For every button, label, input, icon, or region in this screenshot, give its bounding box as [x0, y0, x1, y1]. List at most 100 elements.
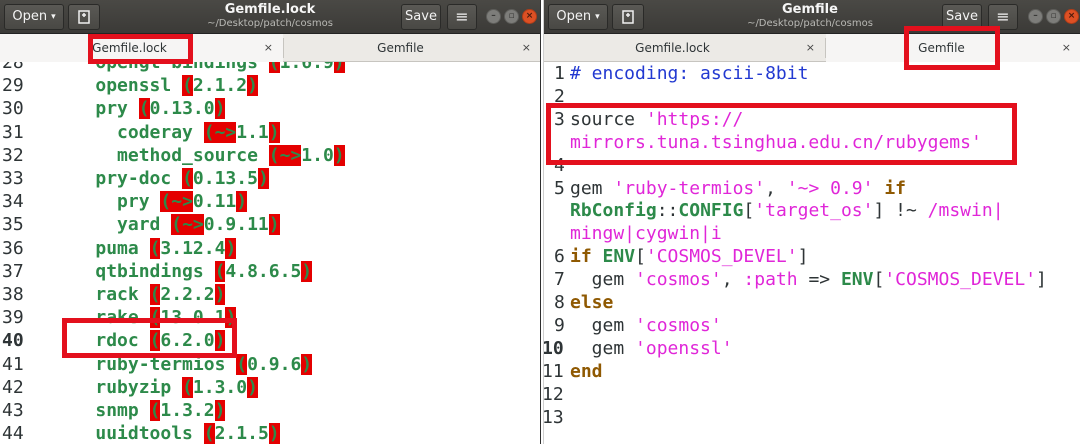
code-text: end	[570, 360, 603, 383]
gemfile-editor[interactable]: 1 # encoding: ascii-8bit 2 3 source 'https:/…	[544, 62, 1080, 444]
open-button[interactable]: Open ▾	[4, 4, 64, 30]
gem-version: 2.1.2	[192, 75, 248, 97]
tab-close-icon[interactable]: ×	[522, 34, 531, 62]
code-line: 3 source 'https://	[544, 108, 1080, 131]
token-pln: source	[570, 108, 646, 130]
tab-label: Gemfile.lock	[635, 41, 710, 55]
token-pln	[873, 178, 884, 199]
gem-version: 0.9.6	[247, 353, 302, 375]
new-tab-button[interactable]	[68, 4, 100, 30]
code-text: method_source (~>1.0)	[52, 144, 345, 167]
code-line: 9 gem 'cosmos'	[544, 314, 1080, 337]
gem-name: ruby-termios	[95, 353, 226, 375]
bracket-open: (	[182, 75, 193, 97]
code-text: if ENV['COSMOS_DEVEL']	[570, 245, 808, 268]
code-line: 34 pry (~>0.11)	[0, 190, 540, 213]
line-number: 44	[2, 423, 24, 444]
token-pln: ] !~	[873, 200, 928, 222]
token-cst: ENV	[602, 246, 636, 268]
maximize-button[interactable]: ▫	[504, 9, 519, 24]
bracket-close: )	[268, 423, 280, 444]
close-icon: ×	[525, 11, 534, 21]
maximize-icon: ▫	[1050, 11, 1057, 21]
gem-name: yard	[117, 214, 161, 236]
gemfile-lock-editor[interactable]: 28 opengl-bindings (1.6.9) 29 openssl (2.…	[0, 62, 540, 444]
save-button[interactable]: Save	[942, 4, 982, 30]
code-line: 39 rake (13.0.1)	[0, 306, 540, 329]
maximize-button[interactable]: ▫	[1046, 9, 1061, 24]
code-line: 42 rubyzip (1.3.0)	[0, 376, 540, 399]
bracket-close: )	[247, 376, 258, 398]
line-number: 9	[554, 314, 565, 336]
line-number: 31	[2, 121, 24, 143]
code-line: 4	[544, 154, 1080, 177]
new-tab-button[interactable]	[612, 4, 644, 30]
code-text: rubyzip (1.3.0)	[52, 376, 258, 399]
code-line: 5 gem 'ruby-termios', '~> 0.9' if	[544, 177, 1080, 200]
tab-close-icon[interactable]: ×	[264, 34, 273, 62]
tab-gemfile-lock[interactable]: Gemfile.lock ×	[544, 34, 825, 62]
minimize-button[interactable]: –	[1028, 9, 1043, 24]
gem-name: snmp	[95, 400, 139, 421]
bracket-close: )	[214, 284, 226, 305]
tab-gemfile[interactable]: Gemfile ×	[826, 34, 1080, 62]
bracket-open: (	[236, 353, 248, 375]
line-number: 7	[554, 269, 565, 291]
token-rgx: /mswin|	[927, 200, 1004, 222]
code-text: mingw|cygwin|i	[570, 222, 722, 245]
code-line: 2	[544, 85, 1080, 108]
tab-close-icon[interactable]: ×	[1062, 34, 1071, 62]
tab-gemfile-lock[interactable]: Gemfile.lock ×	[0, 34, 283, 62]
code-line: 12	[544, 383, 1080, 406]
close-window-button[interactable]: ×	[522, 9, 537, 24]
line-number: 41	[2, 353, 24, 375]
token-str: 'COSMOS_DEVEL'	[884, 269, 1037, 291]
line-number: 32	[2, 144, 24, 166]
minimize-icon: –	[491, 11, 496, 21]
line-number: 29	[2, 75, 24, 97]
tab-gemfile[interactable]: Gemfile ×	[284, 34, 540, 62]
hamburger-menu-button[interactable]: ≡	[447, 4, 477, 30]
gem-version: 6.2.0	[160, 330, 215, 352]
tab-close-icon[interactable]: ×	[806, 34, 815, 62]
hamburger-menu-button[interactable]: ≡	[988, 4, 1018, 30]
tab-label: Gemfile.lock	[92, 41, 167, 55]
code-line: 44 uuidtools (2.1.5)	[0, 422, 540, 444]
code-text: opengl-bindings (1.6.9)	[52, 62, 345, 74]
line-number: 2	[554, 85, 565, 107]
bracket-open: (	[268, 62, 280, 73]
title-text: Gemfile.lock	[224, 2, 316, 17]
bracket-open: (~>	[203, 121, 237, 143]
line-number: 1	[554, 63, 565, 84]
gem-name: method_source	[117, 144, 258, 166]
line-number: 30	[2, 98, 24, 120]
document-new-icon	[78, 10, 90, 24]
open-label: Open	[12, 9, 48, 24]
save-button[interactable]: Save	[401, 4, 441, 30]
code-text: source 'https://	[570, 108, 743, 131]
close-icon: ×	[1067, 11, 1076, 21]
line-number: 13	[544, 406, 564, 428]
code-text: rdoc (6.2.0)	[52, 329, 226, 352]
bracket-open: (	[149, 400, 161, 421]
minimize-button[interactable]: –	[486, 9, 501, 24]
token-sym: :path	[743, 269, 798, 291]
code-line: 33 pry-doc (0.13.5)	[0, 167, 540, 190]
code-text: openssl (2.1.2)	[52, 74, 258, 97]
line-number: 6	[554, 246, 565, 268]
token-pln: gem	[570, 177, 614, 199]
gem-version: 3.12.4	[160, 237, 226, 259]
code-line: 28 opengl-bindings (1.6.9)	[0, 62, 540, 74]
line-number: 3	[554, 108, 565, 130]
open-button[interactable]: Open ▾	[548, 4, 608, 30]
tab-label: Gemfile	[377, 41, 424, 55]
minimize-icon: –	[1033, 11, 1038, 21]
close-window-button[interactable]: ×	[1064, 9, 1079, 24]
token-kw: if	[570, 246, 603, 268]
tab-label: Gemfile	[918, 41, 965, 55]
